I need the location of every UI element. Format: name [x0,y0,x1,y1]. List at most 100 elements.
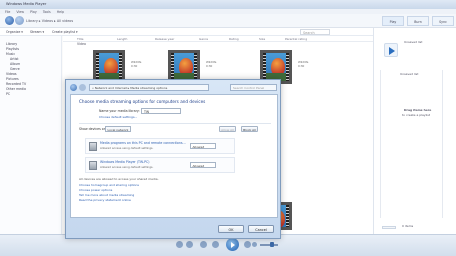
menu-help[interactable]: Help [57,10,64,14]
column-release-year[interactable]: Release year [155,37,174,41]
column-size[interactable]: Size [259,37,265,41]
tab-strip: Play Burn Sync [380,15,456,27]
previous-icon[interactable] [212,241,219,248]
list-pane: Unsaved list Unsaved list Drag items her… [373,28,456,234]
section-label: Video [77,42,86,46]
items-count: 0 items [402,224,414,228]
device-status-text: Allowed access using default settings. [100,165,154,169]
video-length: 0:30 [298,64,305,68]
ok-button[interactable]: OK [218,225,244,233]
allow-all-button[interactable]: Allow All [219,126,236,132]
list-header[interactable]: Unsaved list [400,72,418,76]
divider [442,70,443,218]
all-allowed-note: All devices are allowed to access your s… [79,177,159,181]
media-player-device-icon [89,161,97,170]
streaming-help-link[interactable]: Tell me more about media streaming [79,193,134,197]
nav-music[interactable]: Music [6,52,15,56]
empty-list-title: Drag items here [404,108,432,112]
video-meta: Wildlife 0:30 [131,60,141,68]
choose-default-settings-link[interactable]: Choose default settings... [99,115,137,119]
privacy-statement-link[interactable]: Read the privacy statement online [79,198,131,202]
back-icon[interactable] [70,84,77,91]
volume-handle[interactable] [270,242,274,247]
mute-icon[interactable] [252,242,257,247]
tab-burn[interactable]: Burn [407,16,429,26]
column-length[interactable]: Length [117,37,127,41]
video-meta: Wildlife 0:30 [206,60,216,68]
column-title[interactable]: Title [77,37,83,41]
nav-library[interactable]: Library [6,42,17,46]
nav-genre[interactable]: Genre [10,67,20,71]
video-length: 0:30 [131,64,138,68]
device-row[interactable]: Media programs on this PC and remote con… [85,138,235,154]
forward-icon[interactable] [79,84,86,91]
play-icon[interactable] [384,43,398,57]
dialog-heading: Choose media streaming options for compu… [79,99,206,104]
nav-artist[interactable]: Artist [10,57,19,61]
list-pane-title: Unsaved list [404,40,423,44]
tab-sync[interactable]: Sync [432,16,454,26]
column-genre[interactable]: Genre [199,37,208,41]
power-options-link[interactable]: Choose power options [79,188,112,192]
title-bar: Windows Media Player [0,0,456,9]
cancel-button[interactable]: Cancel [248,225,274,233]
video-length: 0:30 [206,64,213,68]
create-playlist-button[interactable]: Create playlist ▾ [52,30,78,34]
menu-file[interactable]: File [5,10,10,14]
forward-button[interactable] [15,16,24,25]
media-streaming-dialog: « Network and Internet ▸ Media streaming… [65,79,281,239]
menu-tools[interactable]: Tools [43,10,51,14]
menu-play[interactable]: Play [30,10,37,14]
control-panel-search[interactable]: Search Control Panel [230,84,277,91]
back-button[interactable] [5,16,14,25]
device-name: Media programs on this PC and remote con… [100,141,186,145]
video-meta: Wildlife 0:30 [298,60,308,68]
homegroup-options-link[interactable]: Choose homegroup and sharing options [79,183,139,187]
window-title: Windows Media Player [6,2,47,6]
nav-playlists[interactable]: Playlists [6,47,19,51]
dialog-address-row: « Network and Internet ▸ Media streaming… [70,84,278,92]
breadcrumb[interactable]: Library ▸ Videos ▸ All videos [26,17,356,24]
device-name: Windows Media Player (TW-PC) [100,160,150,164]
block-all-button[interactable]: Block All [241,126,258,132]
device-permission-select[interactable]: Allowed [190,143,216,149]
library-toolbar: Organize ▾ Stream ▾ Create playlist ▾ Se… [0,28,373,36]
library-name-label: Name your media library: [99,109,140,113]
nav-videos[interactable]: Videos [6,72,17,76]
next-icon[interactable] [244,241,251,248]
show-devices-label: Show devices on: [79,127,107,131]
volume-slider[interactable] [260,244,278,246]
nav-pictures[interactable]: Pictures [6,77,19,81]
nav-other-media[interactable]: Other media [6,87,26,91]
separator [79,123,271,124]
divider [380,70,381,218]
nav-recorded-tv[interactable]: Recorded TV [6,82,26,86]
repeat-icon[interactable] [186,241,193,248]
items-count-badge [382,226,396,229]
device-status-text: Allowed access using default settings. [100,146,154,150]
device-permission-select[interactable]: Allowed [190,162,216,168]
media-player-window: Windows Media Player File View Play Tool… [0,0,456,256]
stream-button[interactable]: Stream ▾ [30,30,44,34]
dialog-body: Choose media streaming options for compu… [70,94,278,218]
menu-view[interactable]: View [16,10,24,14]
empty-list-subtitle: to create a playlist [402,113,430,117]
organize-button[interactable]: Organize ▾ [6,30,23,34]
dialog-footer: OK Cancel [70,220,278,236]
library-name-input[interactable]: TW [141,108,181,114]
device-row[interactable]: Windows Media Player (TW-PC) Allowed acc… [85,157,235,173]
tab-play[interactable]: Play [382,16,404,26]
shuffle-icon[interactable] [176,241,183,248]
navigation-row: Library ▸ Videos ▸ All videos Play Burn … [0,14,456,28]
stop-icon[interactable] [200,241,207,248]
column-rating[interactable]: Rating [229,37,239,41]
computer-icon [89,142,97,151]
show-devices-select[interactable]: Local network [105,126,131,132]
dialog-breadcrumb[interactable]: « Network and Internet ▸ Media streaming… [89,84,209,91]
play-button[interactable] [226,238,239,251]
nav-album[interactable]: Album [10,62,20,66]
nav-pc[interactable]: PC [6,92,10,96]
navigation-pane: Library Playlists Music Artist Album Gen… [0,36,62,234]
search-input[interactable]: Search [300,29,330,35]
column-parental-rating[interactable]: Parental rating [285,37,307,41]
